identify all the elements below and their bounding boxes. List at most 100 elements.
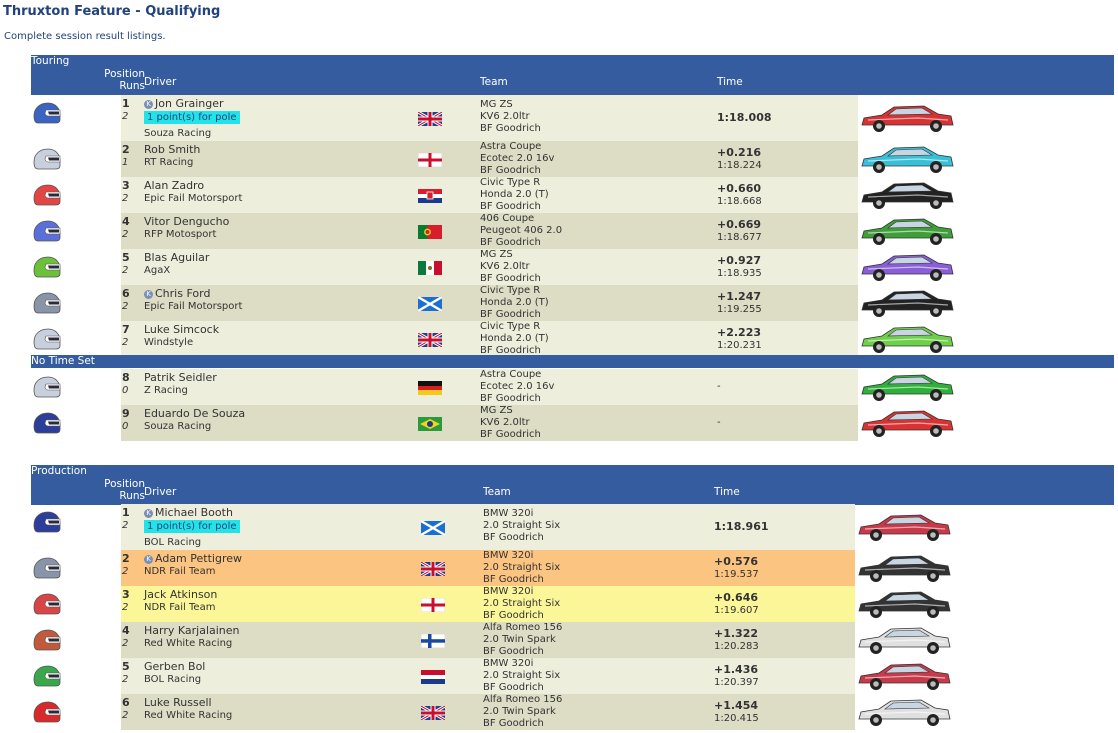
result-row[interactable]: 3 2 Jack Atkinson NDR Fail Team BMW 320i 2.0 … [31, 586, 1114, 622]
helmet-icon [31, 557, 61, 579]
helmet-icon [31, 376, 61, 398]
car-detail-line: BF Goodrich [483, 646, 544, 657]
driver-name-text[interactable]: Alan Zadro [144, 179, 204, 192]
driver-name[interactable]: K Adam Pettigrew [144, 552, 242, 565]
driver-name[interactable]: Luke Simcock [144, 323, 219, 336]
car-detail-line: Honda 2.0 (T) [480, 333, 549, 344]
nation-flag-icon [418, 224, 442, 239]
car-livery-image [858, 252, 956, 284]
car-detail-line: 2.0 Twin Spark [483, 634, 556, 645]
car-detail-line: 2.0 Straight Six [483, 562, 561, 573]
driver-name-text[interactable]: Jack Atkinson [144, 588, 217, 601]
driver-name[interactable]: K Chris Ford [144, 287, 210, 300]
car-detail-line: BF Goodrich [480, 309, 541, 320]
result-row[interactable]: 6 2 K Chris Ford Epic Fail Motorsport Civic T… [31, 285, 1114, 321]
driver-name[interactable]: Harry Karjalainen [144, 624, 240, 637]
runs-count: 2 [122, 193, 129, 204]
position-number: 5 [122, 251, 130, 264]
driver-name[interactable]: K Michael Booth [144, 506, 233, 519]
car-detail-line: BF Goodrich [483, 610, 544, 621]
result-row[interactable]: 9 0 Eduardo De Souza Souza Racing MG ZS KV6 2… [31, 405, 1114, 441]
driver-name-text[interactable]: Blas Aguilar [144, 251, 209, 264]
car-livery-image [858, 180, 956, 212]
driver-name[interactable]: Rob Smith [144, 143, 200, 156]
car-detail-line: BF Goodrich [480, 201, 541, 212]
result-row[interactable]: 1 2 K Jon Grainger 1 point(s) for pole Souza … [31, 95, 1114, 141]
runs-count: 2 [122, 337, 129, 348]
result-row[interactable]: 5 2 Gerben Bol BOL Racing BMW 320i 2.0 Straig… [31, 658, 1114, 694]
position-number: 2 [122, 552, 130, 565]
result-row[interactable]: 3 2 Alan Zadro Epic Fail Motorsport Civic Ty… [31, 177, 1114, 213]
car-detail-line: BF Goodrich [483, 718, 544, 729]
result-row[interactable]: 6 2 Luke Russell Red White Racing Alfa Romeo… [31, 694, 1114, 730]
car-detail-line: BF Goodrich [483, 574, 544, 585]
helmet-icon [31, 148, 61, 170]
runs-count: 2 [122, 111, 129, 122]
no-time-set-header: No Time Set [31, 355, 1114, 368]
driver-name-text[interactable]: Jon Grainger [155, 97, 224, 110]
driver-name[interactable]: Alan Zadro [144, 179, 204, 192]
driver-name[interactable]: Eduardo De Souza [144, 407, 245, 420]
driver-name-text[interactable]: Harry Karjalainen [144, 624, 240, 637]
runs-header: Runs [119, 80, 145, 92]
result-row[interactable]: 4 2 Vitor Dengucho RFP Motosport 406 Coupe Pe… [31, 213, 1114, 249]
driver-name[interactable]: Vitor Dengucho [144, 215, 229, 228]
absolute-lap-time: 1:19.537 [714, 569, 759, 580]
result-row[interactable]: 5 2 Blas Aguilar AgaX MG ZS KV6 2.0ltr BF Good… [31, 249, 1114, 285]
absolute-lap-time: 1:20.283 [714, 641, 759, 652]
car-detail-line: Alfa Romeo 156 [483, 694, 563, 705]
driver-name-text[interactable]: Rob Smith [144, 143, 200, 156]
result-row[interactable]: 8 0 Patrik Seidler Z Racing Astra Coupe Ecote… [31, 369, 1114, 405]
driver-name[interactable]: Jack Atkinson [144, 588, 217, 601]
driver-name-text[interactable]: Patrik Seidler [144, 371, 217, 384]
runs-count: 2 [122, 520, 129, 531]
result-row[interactable]: 2 2 K Adam Pettigrew NDR Fail Team BMW 320i 2.… [31, 550, 1114, 586]
pole-point-badge: 1 point(s) for pole [144, 111, 240, 124]
car-detail-line: Astra Coupe [480, 369, 542, 380]
car-detail-line: 2.0 Straight Six [483, 598, 561, 609]
driver-name-text[interactable]: Adam Pettigrew [155, 552, 242, 565]
car-detail-line: Civic Type R [480, 321, 541, 332]
driver-name[interactable]: Luke Russell [144, 696, 212, 709]
car-detail-line: MG ZS [480, 249, 513, 260]
driver-name-text[interactable]: Luke Simcock [144, 323, 219, 336]
nation-flag-icon [420, 519, 446, 537]
driver-name-text[interactable]: Chris Ford [155, 287, 210, 300]
team-name: Z Racing [144, 385, 188, 396]
team-name: Souza Racing [144, 128, 212, 139]
driver-name-text[interactable]: Eduardo De Souza [144, 407, 245, 420]
car-detail-line: BMW 320i [483, 508, 534, 519]
position-number: 5 [122, 660, 130, 673]
helmet-icon [31, 292, 61, 314]
result-row[interactable]: 7 2 Luke Simcock Windstyle Civic Type R Honda… [31, 321, 1114, 357]
driver-name[interactable]: Gerben Bol [144, 660, 205, 673]
runs-count: 0 [122, 421, 129, 432]
result-row[interactable]: 4 2 Harry Karjalainen Red White Racing Alfa … [31, 622, 1114, 658]
nation-flag-icon [421, 669, 445, 684]
driver-name[interactable]: Blas Aguilar [144, 251, 209, 264]
position-number: 4 [122, 624, 130, 637]
team-name: AgaX [144, 265, 171, 276]
result-row[interactable]: 2 1 Rob Smith RT Racing Astra Coupe Ecotec 2.… [31, 141, 1114, 177]
car-details: Civic Type R Honda 2.0 (T) BF Goodrich [480, 177, 549, 213]
car-details: Alfa Romeo 156 2.0 Twin Spark BF Goodrich [483, 694, 562, 730]
team-header: Team [480, 76, 508, 88]
driver-name[interactable]: Patrik Seidler [144, 371, 217, 384]
position-number: 6 [122, 696, 130, 709]
car-livery-image [858, 408, 956, 440]
car-livery-image [855, 697, 953, 729]
helmet-icon [31, 412, 61, 434]
car-livery-image [858, 216, 956, 248]
car-detail-line: BMW 320i [483, 586, 534, 597]
runs-count: 2 [122, 265, 129, 276]
lap-time: +1.454 [714, 699, 759, 712]
result-row[interactable]: 1 2 K Michael Booth 1 point(s) for pole BOL R… [31, 504, 1114, 550]
driver-name-text[interactable]: Michael Booth [155, 506, 233, 519]
section-name: Touring [31, 55, 70, 67]
team-name: Windstyle [144, 337, 194, 348]
driver-name-text[interactable]: Luke Russell [144, 696, 212, 709]
driver-name[interactable]: K Jon Grainger [144, 97, 224, 110]
driver-name-text[interactable]: Gerben Bol [144, 660, 205, 673]
lap-time: +0.660 [717, 182, 762, 195]
driver-name-text[interactable]: Vitor Dengucho [144, 215, 229, 228]
